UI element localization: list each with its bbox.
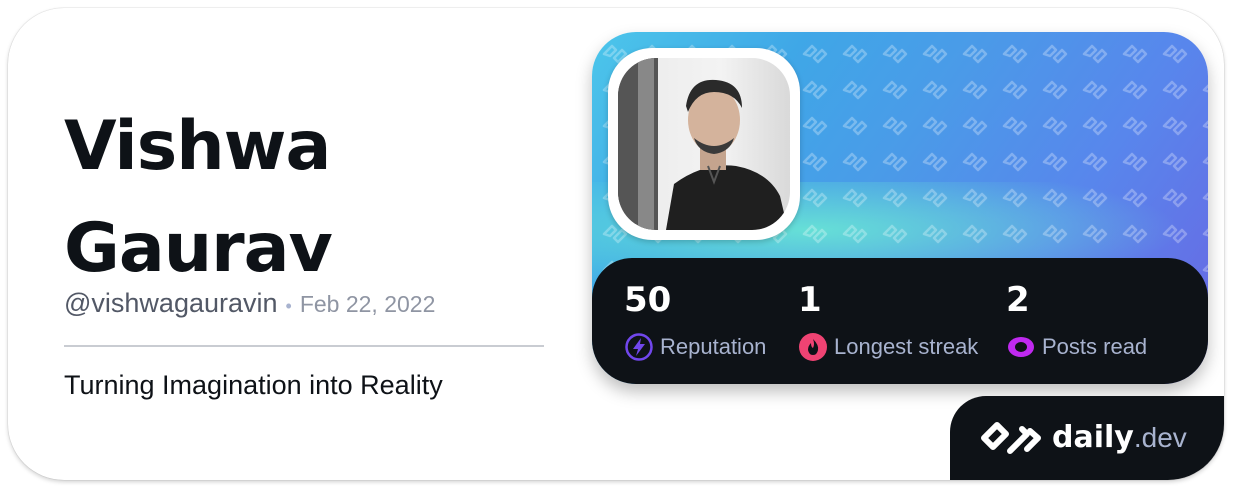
daily-dev-icon (981, 421, 1041, 454)
stat-posts-read: 2 Posts read (1006, 280, 1147, 362)
stat-value: 2 (1006, 280, 1030, 320)
handle-row: @vishwagauravin • Feb 22, 2022 (64, 288, 435, 319)
stats-panel: 50 Reputation 1 Longest streak 2 Posts r… (592, 258, 1208, 384)
avatar-frame (608, 48, 800, 240)
brand-tab: daily .dev (950, 396, 1224, 480)
avatar[interactable] (618, 58, 790, 230)
stat-label: Posts read (1042, 334, 1148, 359)
stat-label: Reputation (660, 334, 767, 359)
brand-daily: daily (1052, 420, 1134, 455)
daily-dev-logo[interactable]: daily .dev (980, 420, 1187, 455)
profile-handle[interactable]: @vishwagauravin (64, 288, 278, 319)
profile-name: Vishwa Gaurav (64, 107, 333, 288)
stat-value: 50 (624, 280, 672, 320)
stat-longest-streak: 1 Longest streak (798, 280, 978, 362)
flame-icon (799, 333, 827, 361)
join-date: Feb 22, 2022 (299, 291, 436, 317)
brand-dev: .dev (1133, 421, 1187, 453)
separator-dot: • (285, 296, 292, 316)
eye-icon (1008, 337, 1034, 357)
devcard: Vishwa Gaurav @vishwagauravin • Feb 22, … (8, 8, 1224, 480)
bolt-icon (625, 333, 653, 361)
cover-image: 50 Reputation 1 Longest streak 2 Posts r… (592, 32, 1208, 384)
profile-bio: Turning Imagination into Reality (64, 370, 443, 400)
stat-reputation: 50 Reputation (624, 280, 766, 362)
stat-label: Longest streak (834, 334, 979, 359)
divider (64, 345, 544, 347)
avatar-photo (618, 58, 788, 230)
stat-value: 1 (798, 280, 822, 320)
